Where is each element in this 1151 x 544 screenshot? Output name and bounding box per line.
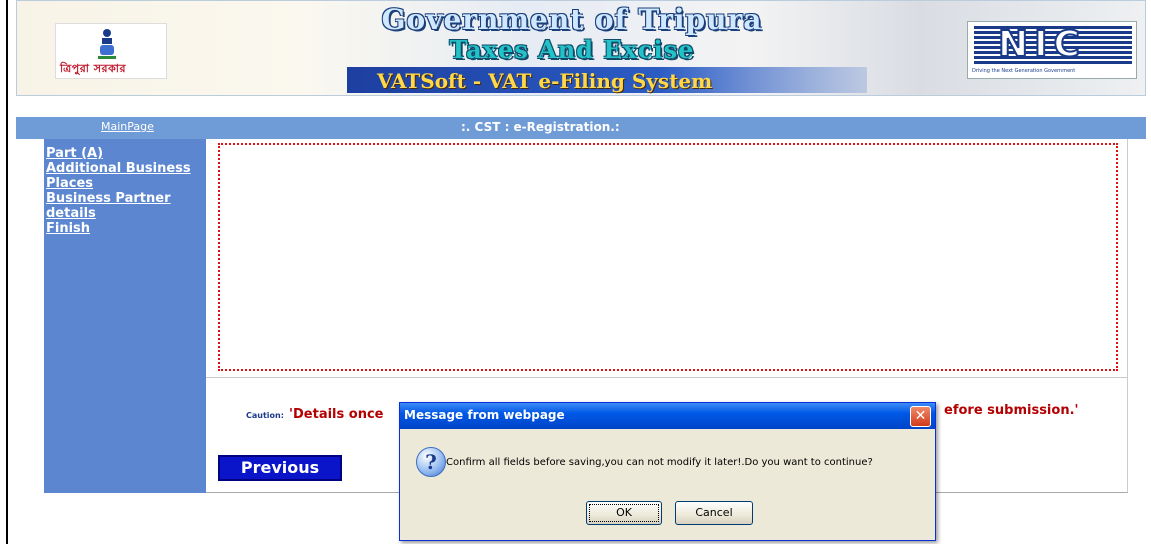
banner-dept-title: Taxes And Excise [449,35,695,64]
main-page-link[interactable]: MainPage [101,120,154,133]
sidebar-links: Part (A) Additional Business Places Busi… [44,146,206,236]
caution-text-right: efore submission.' [944,403,1079,418]
navigation-bar: MainPage :. CST : e-Registration.: [16,117,1146,139]
sidebar: Part (A) Additional Business Places Busi… [44,139,206,493]
dialog-message: Confirm all fields before saving,you can… [446,457,873,468]
confirm-dialog: Message from webpage ✕ ? Confirm all fie… [399,402,936,541]
page-title: :. CST : e-Registration.: [461,120,620,134]
banner-org-title: Government of Tripura [381,3,763,36]
caution-text-left: 'Details once [289,407,384,422]
emblem-icon [98,29,116,59]
sidebar-item-business-partner-details[interactable]: Business Partner details [44,191,206,221]
nic-tagline: Driving the Next Generation Government [972,68,1076,74]
state-logo-text: ত্রিপুরা সরকার [60,62,127,75]
ok-button[interactable]: OK [586,501,662,525]
dialog-titlebar[interactable]: Message from webpage ✕ [400,403,935,429]
dialog-title: Message from webpage [404,408,565,422]
content-divider [206,377,1128,378]
banner-system-title: VATSoft - VAT e-Filing System [377,69,713,93]
previous-button[interactable]: Previous [218,455,342,481]
close-icon[interactable]: ✕ [910,406,931,427]
sidebar-item-part-a[interactable]: Part (A) [44,146,206,161]
cancel-button[interactable]: Cancel [675,501,753,525]
caution-message: Caution: 'Details once [246,403,383,422]
nic-logo-text: NIC [997,23,1086,66]
nic-logo: NIC Driving the Next Generation Governme… [967,21,1137,79]
sidebar-item-additional-business-places[interactable]: Additional Business Places [44,161,206,191]
content-frame [218,143,1118,371]
sidebar-item-finish[interactable]: Finish [44,221,206,236]
header-banner: ত্রিপুরা সরকার Government of Tripura Tax… [16,0,1146,96]
caution-label: Caution: [246,411,284,420]
question-icon: ? [416,447,446,477]
state-emblem-logo: ত্রিপুরা সরকার [55,23,167,79]
